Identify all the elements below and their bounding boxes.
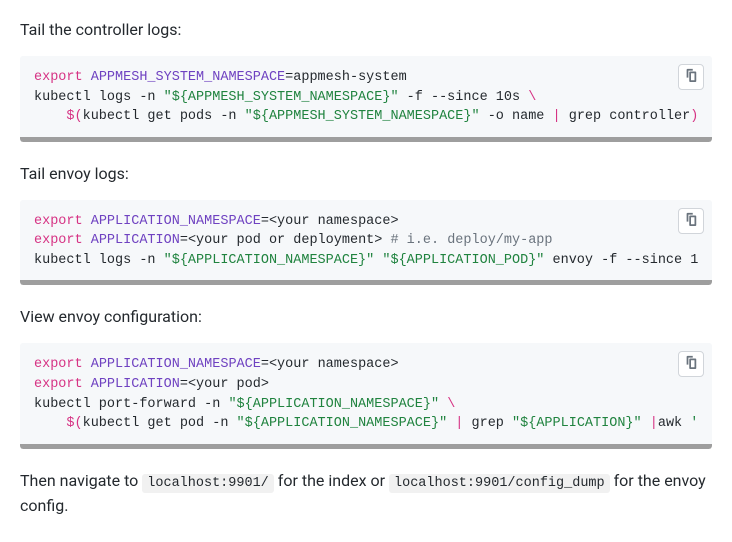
paragraph-view-config: View envoy configuration: — [20, 305, 712, 329]
copy-button[interactable] — [678, 351, 704, 377]
text-fragment: Then navigate to — [20, 471, 142, 490]
copy-button[interactable] — [678, 64, 704, 90]
clipboard-icon — [684, 209, 698, 233]
codeblock-controller-logs: export APPMESH_SYSTEM_NAMESPACE=appmesh-… — [20, 56, 712, 142]
code-content: export APPMESH_SYSTEM_NAMESPACE=appmesh-… — [34, 68, 698, 127]
codeblock-envoy-config: export APPLICATION_NAMESPACE=<your names… — [20, 343, 712, 448]
copy-button[interactable] — [678, 208, 704, 234]
inline-code-index: localhost:9901/ — [142, 474, 274, 493]
paragraph-navigate: Then navigate to localhost:9901/ for the… — [20, 469, 712, 518]
text-fragment: for the index or — [278, 471, 389, 490]
codeblock-envoy-logs: export APPLICATION_NAMESPACE=<your names… — [20, 200, 712, 286]
clipboard-icon — [684, 65, 698, 89]
clipboard-icon — [684, 352, 698, 376]
code-content: export APPLICATION_NAMESPACE=<your names… — [34, 355, 698, 433]
paragraph-tail-envoy: Tail envoy logs: — [20, 162, 712, 186]
inline-code-config-dump: localhost:9901/config_dump — [389, 474, 610, 493]
paragraph-tail-controller: Tail the controller logs: — [20, 18, 712, 42]
code-content: export APPLICATION_NAMESPACE=<your names… — [34, 212, 698, 271]
